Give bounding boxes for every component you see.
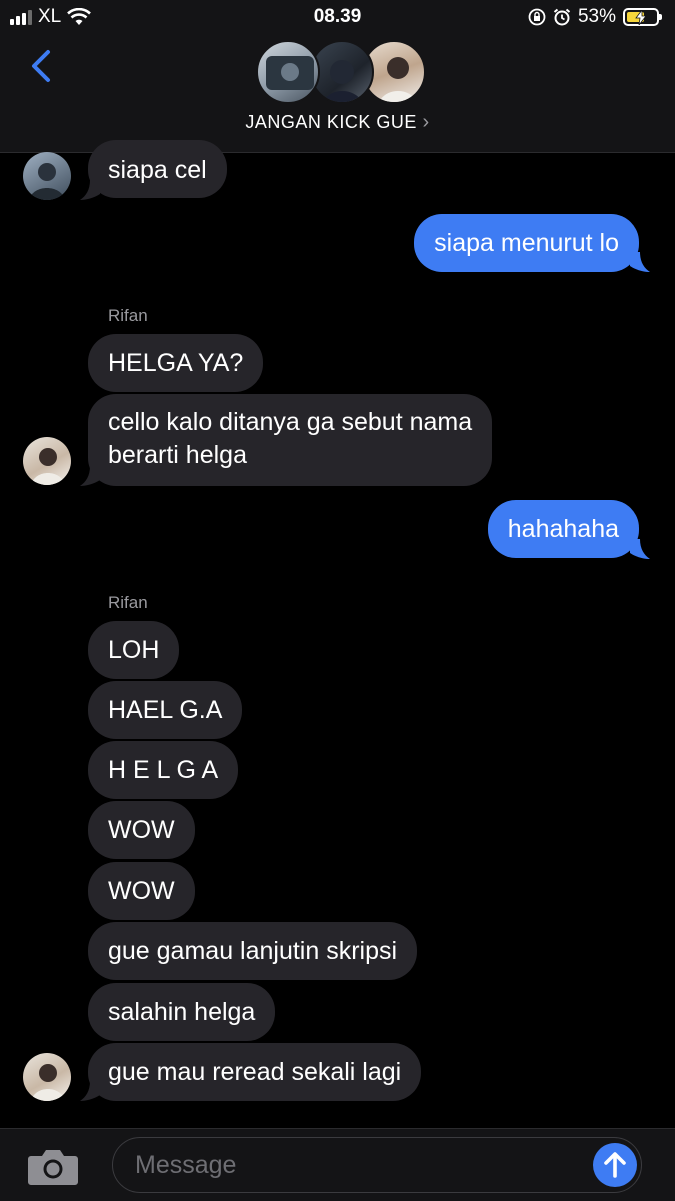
incoming-message[interactable]: WOW xyxy=(88,862,195,920)
message-text-line: berarti helga xyxy=(108,441,247,469)
back-chevron-icon[interactable] xyxy=(24,46,64,86)
incoming-message[interactable]: HELGA YA? xyxy=(88,334,264,392)
message-text-line: cello kalo ditanya ga sebut nama xyxy=(108,408,473,436)
group-name-label: JANGAN KICK GUE xyxy=(245,112,417,132)
chevron-right-icon: › xyxy=(422,111,430,133)
message-text: gue gamau lanjutin skripsi xyxy=(108,937,398,965)
avatar xyxy=(23,437,71,485)
avatar xyxy=(23,1053,71,1101)
message-text: WOW xyxy=(108,816,175,844)
message-text: WOW xyxy=(108,877,175,905)
incoming-message[interactable]: salahin helga xyxy=(88,983,276,1041)
message-text: gue mau reread sekali lagi xyxy=(108,1058,402,1086)
incoming-message[interactable]: HAEL G.A xyxy=(88,681,243,739)
incoming-message[interactable]: gue gamau lanjutin skripsi xyxy=(88,922,418,980)
battery-icon xyxy=(623,8,662,26)
status-bar: XL 08.39 53% xyxy=(0,0,675,36)
status-right: 53% xyxy=(528,6,662,28)
message-text: LOH xyxy=(108,636,160,664)
message-text: hahahaha xyxy=(507,515,619,543)
message-text: HAEL G.A xyxy=(108,696,223,724)
send-button[interactable] xyxy=(593,1143,637,1187)
orientation-lock-icon xyxy=(528,8,546,26)
send-arrow-icon xyxy=(604,1152,626,1178)
bubble-tail xyxy=(80,466,100,486)
bubble-tail xyxy=(630,539,650,559)
sender-name: Rifan xyxy=(108,306,148,325)
bubble-tail xyxy=(80,1081,100,1101)
bubble-tail xyxy=(80,180,100,200)
message-text: siapa cel xyxy=(108,156,207,184)
composer-bar xyxy=(0,1128,675,1201)
battery-percent: 53% xyxy=(577,6,616,27)
alarm-icon xyxy=(553,8,571,26)
group-avatars[interactable] xyxy=(256,40,426,106)
bubble-tail xyxy=(630,252,650,272)
outgoing-message[interactable]: hahahaha xyxy=(487,500,639,558)
message-text: siapa menurut lo xyxy=(434,229,619,257)
message-input[interactable] xyxy=(133,1138,577,1193)
incoming-message[interactable]: H E L G A xyxy=(88,741,239,799)
message-text: salahin helga xyxy=(108,998,256,1026)
incoming-message[interactable]: LOH xyxy=(88,621,180,679)
outgoing-message[interactable]: siapa menurut lo xyxy=(414,214,639,272)
conversation-header: XL 08.39 53% JANGAN KICK GUE › xyxy=(0,0,675,153)
incoming-message[interactable]: WOW xyxy=(88,801,195,859)
message-field[interactable] xyxy=(112,1137,642,1193)
message-text: H E L G A xyxy=(108,756,219,784)
incoming-message[interactable]: cello kalo ditanya ga sebut nama berarti… xyxy=(88,394,493,486)
sender-name: Rifan xyxy=(108,593,148,612)
camera-icon[interactable] xyxy=(27,1146,79,1186)
avatar xyxy=(23,152,71,200)
incoming-message[interactable]: siapa cel xyxy=(88,140,227,198)
message-text: HELGA YA? xyxy=(108,349,244,377)
group-title[interactable]: JANGAN KICK GUE › xyxy=(0,111,675,134)
avatar xyxy=(256,40,320,104)
incoming-message[interactable]: gue mau reread sekali lagi xyxy=(88,1043,422,1101)
